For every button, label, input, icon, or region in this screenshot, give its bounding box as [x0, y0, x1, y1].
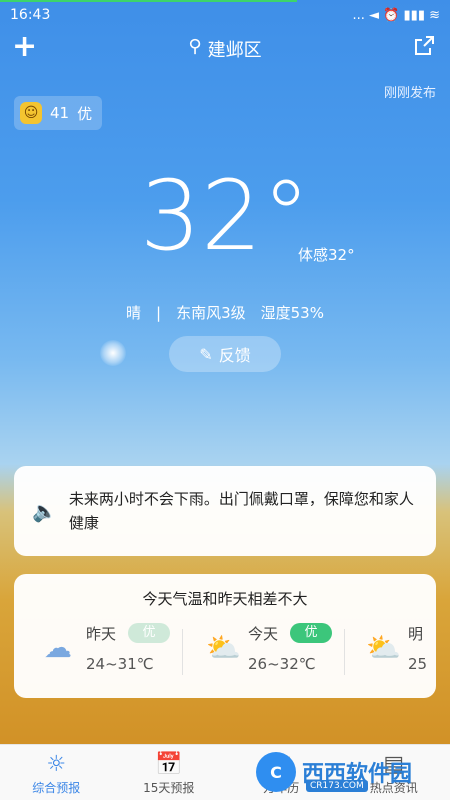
weather-overview-icon: ☼ [46, 752, 67, 777]
share-icon[interactable] [412, 34, 436, 58]
weather-conditions: 晴 | 东南风3级 湿度53% [126, 304, 324, 322]
aqi-badge-yesterday: 优 [128, 623, 170, 643]
divider [182, 629, 183, 675]
aqi-value: 41 [50, 104, 70, 122]
day-tomorrow[interactable]: ⛅ 明 25 [366, 623, 436, 687]
top-bar: + ⚲ 建邺区 [0, 30, 450, 66]
aqi-level: 优 [77, 104, 93, 123]
location-title[interactable]: ⚲ 建邺区 [0, 36, 450, 62]
location-name: 建邺区 [207, 40, 262, 61]
nav-label: 综合预报 [32, 781, 81, 795]
calendar-15-icon: 📅 [155, 752, 183, 777]
day-name: 昨天 [86, 625, 117, 643]
watermark-sub: CR173.COM [306, 780, 368, 792]
day-name: 今天 [248, 625, 279, 643]
feedback-label: 反馈 [218, 346, 251, 365]
nav-item-overview[interactable]: ☼ 综合预报 [0, 745, 113, 800]
current-temperature: 32° [139, 160, 311, 272]
speaker-icon: 🔈 [32, 499, 57, 523]
feedback-button[interactable]: ✎ 反馈 [169, 336, 281, 372]
rain-cloud-icon: ☁ [44, 631, 72, 664]
location-pin-icon: ⚲ [188, 36, 202, 57]
temperature-compare-card[interactable]: 今天气温和昨天相差不大 ☁ 昨天 优 24~31℃ ⛅ 今天 优 26~32℃ … [14, 574, 436, 698]
load-progress [0, 0, 297, 2]
smile-face-icon: ☺ [20, 102, 42, 124]
aqi-badge[interactable]: ☺ 41 优 [14, 96, 103, 130]
edit-icon: ✎ [199, 344, 213, 364]
status-bar: 16:43 ... ◄ ⏰ ▮▮▮ ≋ [0, 0, 450, 30]
temp-range: 25 [408, 655, 428, 673]
partly-cloudy-icon: ⛅ [366, 631, 401, 664]
sun-glow [100, 340, 126, 366]
partly-cloudy-icon: ⛅ [206, 631, 241, 664]
nav-item-15day[interactable]: 📅 15天预报 [113, 745, 226, 800]
feels-like: 体感32° [298, 246, 355, 264]
rain-alert-card[interactable]: 🔈 未来两小时不会下雨。出门佩戴口罩，保障您和家人健康 [14, 466, 436, 556]
status-icons: ... ◄ ⏰ ▮▮▮ ≋ [352, 7, 440, 23]
compare-title: 今天气温和昨天相差不大 [142, 590, 308, 608]
temp-range: 26~32℃ [248, 655, 316, 673]
day-today[interactable]: ⛅ 今天 优 26~32℃ [206, 623, 346, 687]
temp-range: 24~31℃ [86, 655, 154, 673]
site-watermark: C 西西软件园 CR173.COM [256, 748, 450, 796]
publish-time: 刚刚发布 [383, 86, 436, 101]
watermark-logo-icon: C [256, 752, 296, 792]
compare-days: ☁ 昨天 优 24~31℃ ⛅ 今天 优 26~32℃ ⛅ 明 25 [14, 623, 436, 687]
rain-alert-text: 未来两小时不会下雨。出门佩戴口罩，保障您和家人健康 [68, 490, 414, 532]
status-time: 16:43 [10, 7, 51, 23]
day-yesterday[interactable]: ☁ 昨天 优 24~31℃ [44, 623, 184, 687]
divider [344, 629, 345, 675]
aqi-badge-today: 优 [290, 623, 332, 643]
nav-label: 15天预报 [143, 781, 195, 795]
day-name: 明 [408, 625, 424, 643]
